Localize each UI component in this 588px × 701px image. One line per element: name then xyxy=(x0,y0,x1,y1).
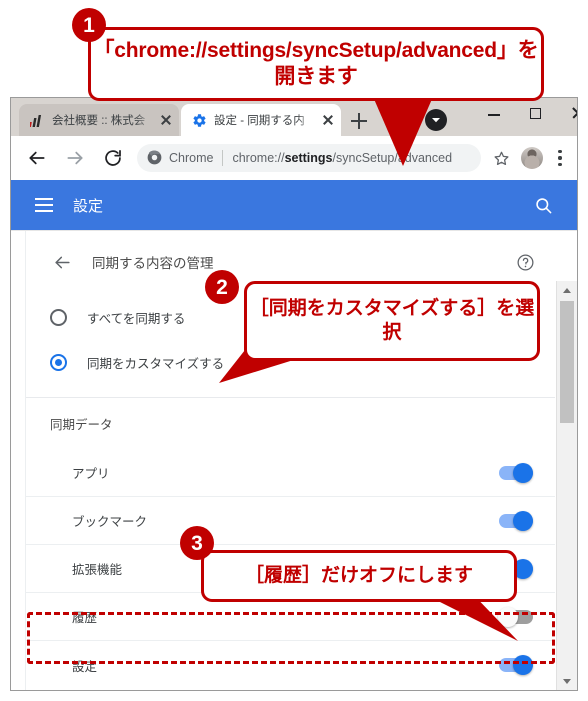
sync-data-row-settings[interactable]: 設定 xyxy=(26,641,555,689)
step-badge-1: 1 xyxy=(72,8,106,42)
settings-card: 同期する内容の管理 すべてを同期する 同期をカスタマイズする 同期データ アプリ… xyxy=(26,231,555,690)
back-arrow-icon[interactable] xyxy=(48,248,76,276)
sync-data-row-apps[interactable]: アプリ xyxy=(26,449,555,497)
row-label: ブックマーク xyxy=(72,515,148,529)
browser-toolbar: Chrome chrome://settings/syncSetup/advan… xyxy=(11,136,577,180)
settings-scroll-area: 同期する内容の管理 すべてを同期する 同期をカスタマイズする 同期データ アプリ… xyxy=(11,230,577,690)
sync-data-list: アプリ ブックマーク 拡張機能 履歴 設定 xyxy=(26,449,555,689)
row-label: 設定 xyxy=(72,659,98,674)
vertical-scrollbar[interactable] xyxy=(556,281,577,690)
toggle-apps[interactable] xyxy=(499,462,533,483)
settings-appbar: 設定 xyxy=(11,180,577,230)
chart-bars-favicon-icon xyxy=(29,112,45,128)
scrollbar-thumb[interactable] xyxy=(560,301,574,423)
omnibox-scheme-label: Chrome xyxy=(169,151,214,165)
bookmark-star-icon[interactable] xyxy=(489,146,513,170)
tab-title: 設定 - 同期する内 xyxy=(214,115,305,127)
chrome-menu-icon[interactable] xyxy=(549,144,571,172)
close-icon[interactable] xyxy=(319,111,337,129)
divider xyxy=(26,397,555,398)
hamburger-menu-icon[interactable] xyxy=(35,198,53,212)
window-minimize-button[interactable] xyxy=(473,98,515,126)
section-title: 同期データ xyxy=(50,418,113,432)
scrollbar-down-arrow-icon[interactable] xyxy=(557,672,577,690)
profile-avatar[interactable] xyxy=(521,147,543,169)
new-tab-button[interactable] xyxy=(347,109,371,133)
radio-label: 同期をカスタマイズする xyxy=(87,357,225,371)
help-circle-icon[interactable] xyxy=(513,250,537,274)
reload-icon[interactable] xyxy=(97,142,129,174)
toggle-extensions[interactable] xyxy=(499,558,533,579)
sync-data-row-history[interactable]: 履歴 xyxy=(26,593,555,641)
window-maximize-button[interactable] xyxy=(515,98,557,126)
tab-title: 会社概要 :: 株式会 xyxy=(52,115,146,127)
browser-tab-active[interactable]: 設定 - 同期する内 xyxy=(181,104,341,136)
tab-search-chevron-icon[interactable] xyxy=(425,109,447,131)
omnibox-divider xyxy=(222,150,224,166)
toggle-knob xyxy=(513,655,533,675)
callout-1: 「chrome://settings/syncSetup/advanced」を開… xyxy=(88,27,544,101)
search-icon[interactable] xyxy=(531,193,555,217)
settings-left-rail xyxy=(11,231,26,690)
browser-window: 会社概要 :: 株式会 設定 - 同期する内 Chrome chrome://s… xyxy=(10,97,578,691)
page-viewport: 設定 同期する内容の管理 すべてを同期する 同期をカスタマイズする 同期データ … xyxy=(11,180,577,690)
toggle-settings[interactable] xyxy=(499,655,533,675)
omnibox-url-text: chrome://settings/syncSetup/advanced xyxy=(232,151,453,165)
row-label: 拡張機能 xyxy=(72,563,123,577)
toggle-knob xyxy=(513,510,533,531)
toggle-knob xyxy=(513,558,533,579)
gear-favicon-icon xyxy=(191,112,207,128)
sync-data-row-extensions[interactable]: 拡張機能 xyxy=(26,545,555,593)
sync-data-row-bookmarks[interactable]: ブックマーク xyxy=(26,497,555,545)
toggle-history[interactable] xyxy=(498,606,533,627)
sync-mode-radio-group: すべてを同期する 同期をカスタマイズする xyxy=(26,295,555,385)
row-label: アプリ xyxy=(72,467,110,481)
radio-label: すべてを同期する xyxy=(87,312,186,326)
page-title: 設定 xyxy=(73,197,104,215)
scrollbar-up-arrow-icon[interactable] xyxy=(557,281,577,299)
radio-customize-sync[interactable]: 同期をカスタマイズする xyxy=(26,340,555,385)
toggle-bookmarks[interactable] xyxy=(499,510,533,531)
browser-tab-inactive[interactable]: 会社概要 :: 株式会 xyxy=(19,104,179,136)
chrome-logo-icon xyxy=(147,150,163,166)
address-bar[interactable]: Chrome chrome://settings/syncSetup/advan… xyxy=(137,144,481,172)
back-arrow-icon[interactable] xyxy=(21,142,53,174)
row-label: 履歴 xyxy=(72,611,98,625)
forward-arrow-icon[interactable] xyxy=(59,142,91,174)
radio-sync-everything[interactable]: すべてを同期する xyxy=(26,295,555,340)
toggle-knob xyxy=(498,606,518,627)
tab-strip: 会社概要 :: 株式会 設定 - 同期する内 xyxy=(11,98,577,136)
subpage-title: 同期する内容の管理 xyxy=(92,256,214,271)
window-close-button[interactable] xyxy=(557,98,577,126)
subpage-header: 同期する内容の管理 xyxy=(26,237,555,287)
radio-unselected-icon xyxy=(50,309,67,326)
radio-selected-icon xyxy=(50,354,67,371)
close-icon[interactable] xyxy=(157,111,175,129)
toggle-knob xyxy=(513,462,533,483)
